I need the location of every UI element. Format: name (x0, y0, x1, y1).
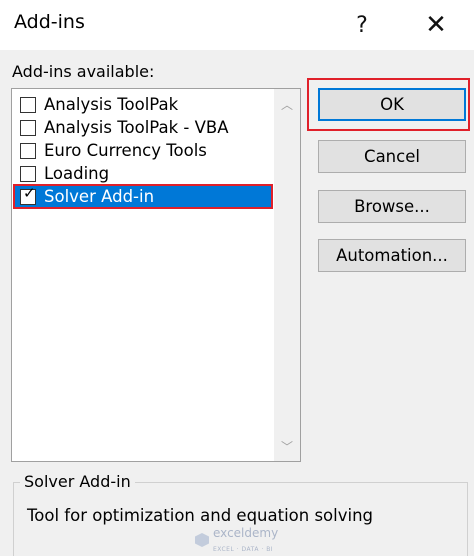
add-ins-listbox[interactable]: Analysis ToolPak Analysis ToolPak - VBA … (11, 88, 301, 462)
checkbox-analysis-toolpak[interactable] (20, 96, 36, 113)
list-item-label: Solver Add-in (44, 187, 155, 206)
scroll-up-icon[interactable]: ︿ (274, 91, 300, 117)
list-item-analysis-toolpak[interactable]: Analysis ToolPak (14, 93, 272, 116)
add-ins-available-label: Add-ins available: (12, 62, 155, 81)
list-item-solver-add-in[interactable]: ✓ Solver Add-in (13, 183, 273, 209)
list-scrollbar[interactable]: ︿ ﹀ (274, 89, 300, 461)
list-item-label: Analysis ToolPak - VBA (44, 118, 229, 137)
list-item-loading[interactable]: Loading (14, 162, 272, 185)
list-item-euro-currency-tools[interactable]: Euro Currency Tools (14, 139, 272, 162)
list-item-label: Loading (44, 164, 110, 183)
help-icon[interactable]: ? (340, 6, 384, 44)
browse-button[interactable]: Browse... (318, 190, 466, 223)
cancel-button[interactable]: Cancel (318, 140, 466, 173)
scroll-down-icon[interactable]: ﹀ (274, 433, 300, 459)
watermark: exceldemy EXCEL · DATA · BI (195, 526, 278, 554)
dialog-title: Add-ins (14, 11, 85, 33)
exceldemy-logo-icon (195, 533, 209, 547)
list-item-label: Euro Currency Tools (44, 141, 207, 160)
watermark-brand: exceldemy (213, 526, 279, 540)
title-bar: Add-ins ? ✕ (0, 0, 474, 50)
watermark-tagline: EXCEL · DATA · BI (213, 546, 274, 553)
ok-button[interactable]: OK (318, 88, 466, 121)
list-item-analysis-toolpak-vba[interactable]: Analysis ToolPak - VBA (14, 116, 272, 139)
checkmark-icon: ✓ (23, 183, 36, 202)
checkbox-analysis-toolpak-vba[interactable] (20, 119, 36, 136)
checkbox-euro-currency-tools[interactable] (20, 142, 36, 159)
checkbox-solver-add-in[interactable]: ✓ (20, 183, 36, 205)
close-icon[interactable]: ✕ (414, 6, 458, 44)
details-title: Solver Add-in (20, 472, 135, 491)
details-description: Tool for optimization and equation solvi… (27, 506, 374, 525)
checkbox-loading[interactable] (20, 165, 36, 182)
automation-button[interactable]: Automation... (318, 239, 466, 272)
list-item-label: Analysis ToolPak (44, 95, 179, 114)
